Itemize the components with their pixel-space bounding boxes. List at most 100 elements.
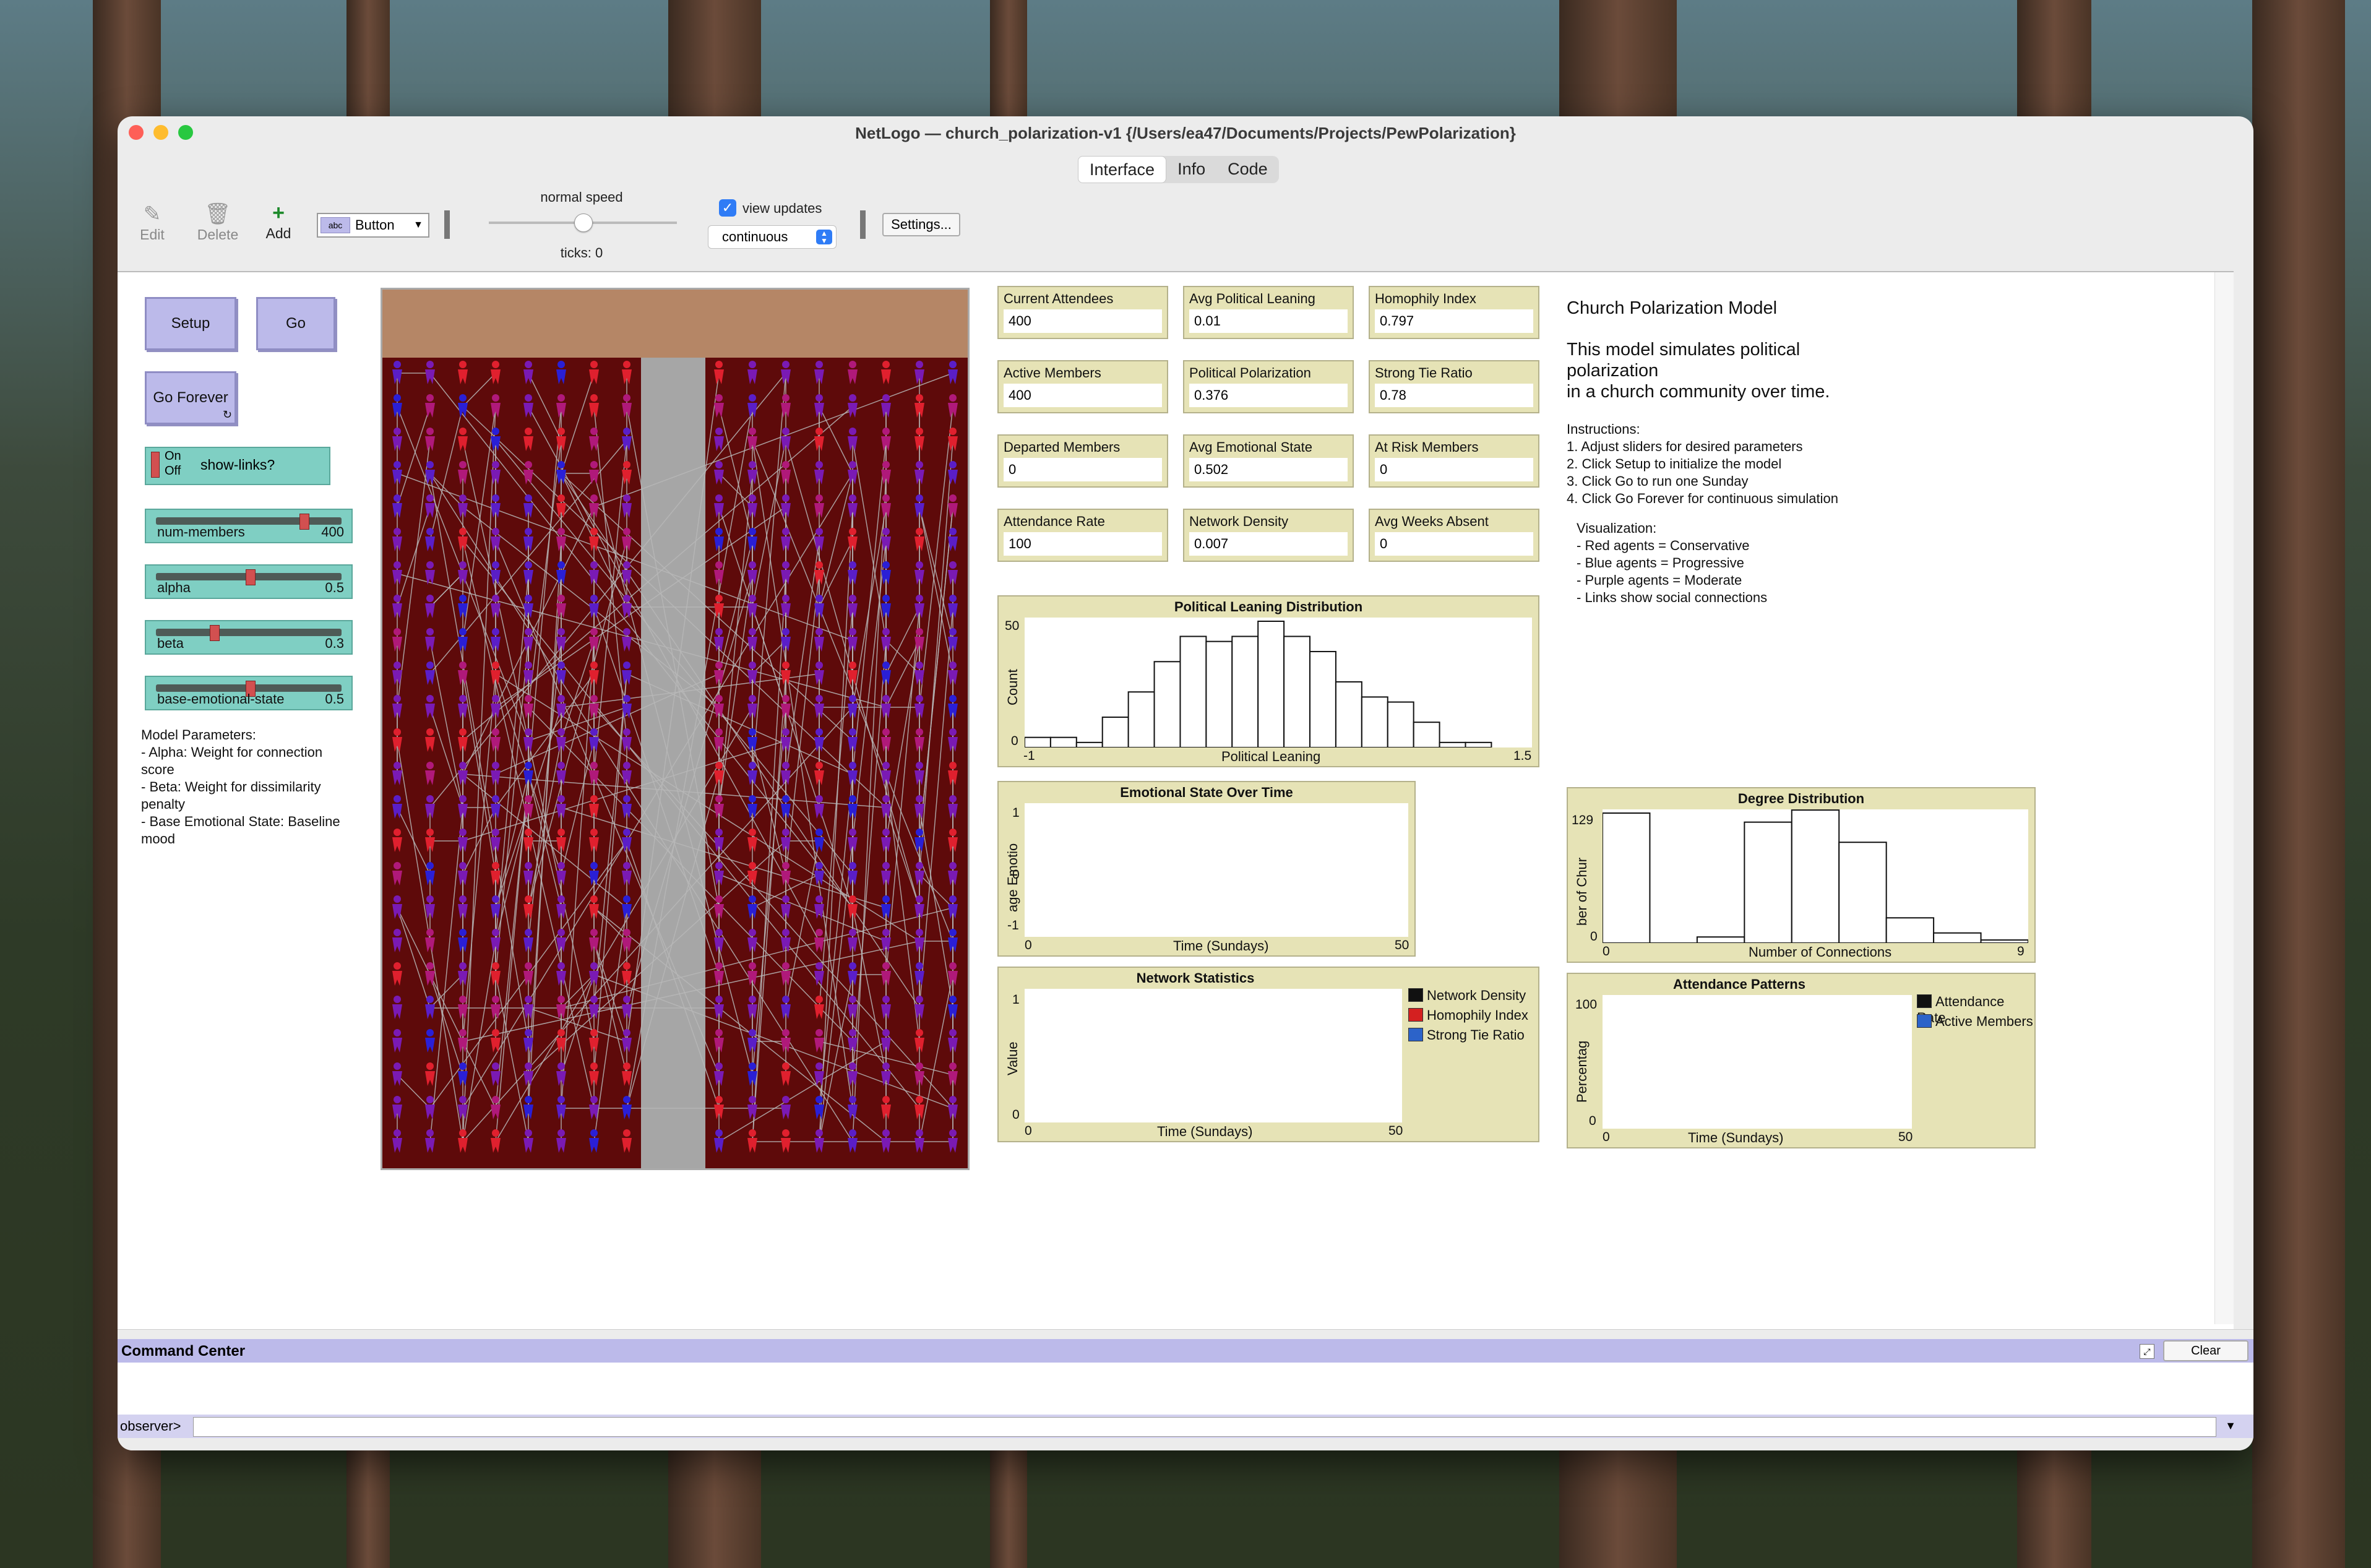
settings-button[interactable]: Settings... bbox=[882, 213, 960, 236]
command-center-header: Command Center ⤢ Clear bbox=[118, 1339, 2253, 1363]
slider-knob[interactable] bbox=[246, 569, 256, 585]
x-min-label: 0 bbox=[1025, 938, 1032, 952]
splitter-handle[interactable] bbox=[118, 1329, 2253, 1338]
pencil-icon: ✎ bbox=[143, 202, 161, 226]
edit-button[interactable]: ✎ Edit bbox=[134, 202, 171, 243]
widget-type-select[interactable]: abc Button ▼ bbox=[317, 213, 429, 238]
tab-interface[interactable]: Interface bbox=[1078, 156, 1167, 183]
view-updates-checkbox[interactable]: ✓ bbox=[719, 199, 736, 217]
add-button[interactable]: + Add bbox=[260, 200, 297, 242]
agent-head bbox=[815, 895, 823, 903]
agent-head bbox=[525, 829, 532, 836]
command-input[interactable] bbox=[193, 1417, 2216, 1437]
agent-head bbox=[426, 561, 434, 569]
go-forever-button[interactable]: Go Forever ↻ bbox=[145, 371, 236, 424]
agent-head bbox=[715, 962, 723, 970]
model-description: This model simulates political polarizat… bbox=[1567, 340, 1830, 402]
slider-label: num-members bbox=[157, 524, 245, 540]
switch-toggle[interactable] bbox=[151, 452, 160, 478]
setup-button[interactable]: Setup bbox=[145, 297, 236, 350]
slider-alpha[interactable]: alpha 0.5 bbox=[145, 564, 353, 599]
agent-head bbox=[557, 494, 565, 502]
speed-slider-knob[interactable] bbox=[574, 213, 593, 232]
window-title: NetLogo — church_polarization-v1 {/Users… bbox=[855, 124, 1516, 142]
add-label: Add bbox=[265, 225, 291, 241]
slider-beta[interactable]: beta 0.3 bbox=[145, 620, 353, 655]
agent-head bbox=[715, 929, 723, 936]
history-dropdown-icon[interactable]: ▼ bbox=[2225, 1419, 2236, 1432]
agent-head bbox=[557, 595, 565, 602]
slider-base-emotional-state[interactable]: base-emotional-state 0.5 bbox=[145, 676, 353, 710]
agent-head bbox=[715, 1129, 723, 1137]
slider-num-members[interactable]: num-members 400 bbox=[145, 509, 353, 543]
agent-head bbox=[590, 929, 598, 936]
leaning-histogram bbox=[1024, 621, 1492, 749]
tab-code[interactable]: Code bbox=[1216, 156, 1279, 183]
go-button[interactable]: Go bbox=[256, 297, 335, 350]
degree-bar bbox=[1602, 812, 1651, 944]
agent-head bbox=[916, 1029, 923, 1036]
agent-head bbox=[459, 1129, 467, 1137]
leaning-bar bbox=[1179, 635, 1207, 749]
slider-knob[interactable] bbox=[210, 625, 220, 641]
agent-head bbox=[557, 461, 565, 468]
x-axis-label: Time (Sundays) bbox=[1173, 938, 1269, 954]
agent-head bbox=[525, 996, 532, 1003]
church-pews-view[interactable] bbox=[382, 290, 968, 1168]
update-mode-select[interactable]: continuous ▲ ▼ bbox=[708, 225, 837, 249]
slider-knob[interactable] bbox=[299, 514, 309, 530]
agent-head bbox=[426, 795, 434, 803]
observer-prompt[interactable]: observer> bbox=[120, 1418, 181, 1434]
plot-area bbox=[1025, 803, 1408, 937]
agent-head bbox=[492, 628, 499, 635]
y-max-label: 100 bbox=[1575, 997, 1598, 1012]
agent-head bbox=[749, 528, 756, 535]
command-output bbox=[118, 1363, 2253, 1415]
interface-workspace: Setup Go Go Forever ↻ On Off show-links?… bbox=[118, 271, 2234, 1329]
agent-head bbox=[459, 595, 467, 602]
x-max-label: 50 bbox=[1388, 1124, 1403, 1138]
clear-button[interactable]: Clear bbox=[2163, 1340, 2248, 1361]
agent-head bbox=[749, 661, 756, 669]
agent-head bbox=[782, 528, 790, 535]
slider-track[interactable] bbox=[156, 629, 342, 636]
agent-head bbox=[815, 561, 823, 569]
agent-head bbox=[782, 762, 790, 769]
monitor-label: Political Polarization bbox=[1189, 365, 1311, 381]
agent-head bbox=[426, 461, 434, 468]
toolbar-separator bbox=[860, 210, 866, 239]
expand-icon[interactable]: ⤢ bbox=[2140, 1344, 2154, 1359]
agent-head bbox=[749, 1129, 756, 1137]
agent-head bbox=[782, 1029, 790, 1036]
agent-head bbox=[623, 862, 630, 869]
agent-head bbox=[623, 394, 630, 402]
agent-head bbox=[426, 595, 434, 602]
tab-info[interactable]: Info bbox=[1166, 156, 1216, 183]
monitor-value: 0.007 bbox=[1189, 532, 1348, 556]
agent-head bbox=[459, 728, 467, 736]
leaning-bar bbox=[1153, 661, 1181, 748]
y-max-label: 1 bbox=[1012, 993, 1020, 1007]
agent-head bbox=[426, 829, 434, 836]
degree-histogram bbox=[1602, 809, 2029, 944]
legend-label: Active Members bbox=[1935, 1014, 2033, 1029]
leaning-bar bbox=[1413, 722, 1440, 748]
agent-head bbox=[590, 1062, 598, 1070]
agent-head bbox=[949, 695, 957, 702]
monitor-avg-weeks-absent: Avg Weeks Absent 0 bbox=[1369, 509, 1539, 562]
monitor-label: Avg Weeks Absent bbox=[1375, 514, 1489, 529]
agent-head bbox=[623, 494, 630, 502]
agent-head bbox=[715, 695, 723, 702]
speed-slider[interactable] bbox=[489, 213, 677, 232]
agent-head bbox=[525, 595, 532, 602]
show-links-switch[interactable]: On Off show-links? bbox=[145, 447, 330, 485]
agent-head bbox=[849, 996, 856, 1003]
leaning-bar bbox=[1465, 741, 1492, 748]
agent-head bbox=[623, 595, 630, 602]
delete-button[interactable]: 🗑 Delete bbox=[192, 202, 244, 243]
world-view[interactable] bbox=[381, 288, 970, 1170]
vertical-scrollbar[interactable] bbox=[2214, 272, 2234, 1324]
agent-head bbox=[557, 394, 565, 402]
agent-head bbox=[882, 661, 890, 669]
switch-off-label: Off bbox=[165, 464, 181, 478]
